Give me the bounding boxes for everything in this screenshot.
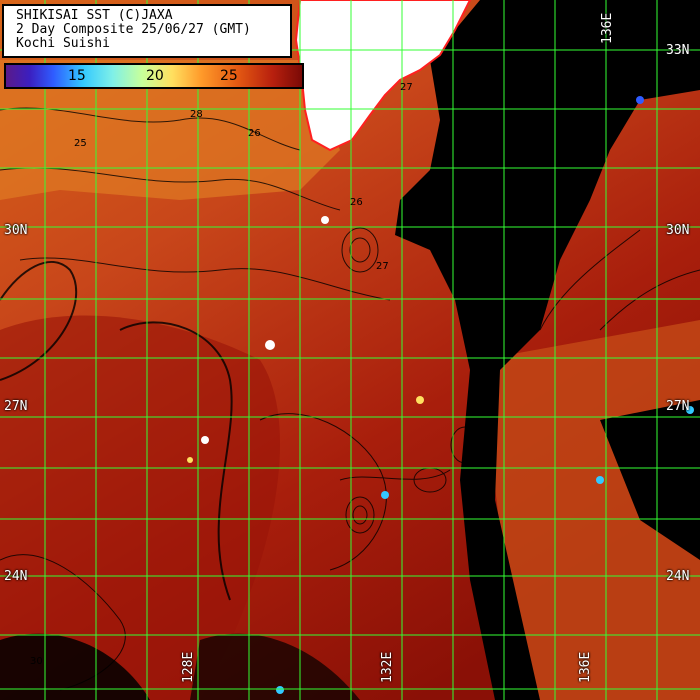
lat-label-27n-left: 27N [4,399,28,414]
lat-label-24n-left: 24N [4,569,28,584]
sst-map-view: 25 26 27 26 27 28 30 SHIKISAI SST (C)JAX… [0,0,700,700]
title-box: SHIKISAI SST (C)JAXA 2 Day Composite 25/… [2,4,292,58]
scale-tick-20: 20 [146,68,164,84]
lat-label-30n-right: 30N [666,223,690,238]
lon-label-136e-bottom: 136E [578,651,593,683]
contour-label: 26 [248,128,261,139]
lat-label-30n-left: 30N [4,223,28,238]
scale-tick-25: 25 [220,68,238,84]
scale-tick-15: 15 [68,68,86,84]
contour-label: 30 [30,656,43,667]
contour-label: 28 [190,109,203,120]
lat-label-33n-right: 33N [666,43,690,58]
title-line-1: SHIKISAI SST (C)JAXA [16,8,173,23]
contour-label: 26 [350,197,363,208]
lon-label-136e-top: 136E [600,12,615,44]
contour-label: 27 [376,261,389,272]
title-line-2: 2 Day Composite 25/06/27 (GMT) [16,22,251,37]
title-line-3: Kochi Suishi [16,36,110,51]
lon-label-128e: 128E [181,651,196,683]
contour-label: 25 [74,138,87,149]
lon-label-132e: 132E [380,651,395,683]
lat-label-27n-right: 27N [666,399,690,414]
contour-label: 27 [400,82,413,93]
lat-label-24n-right: 24N [666,569,690,584]
sst-map-canvas: 25 26 27 26 27 28 30 [0,0,700,700]
